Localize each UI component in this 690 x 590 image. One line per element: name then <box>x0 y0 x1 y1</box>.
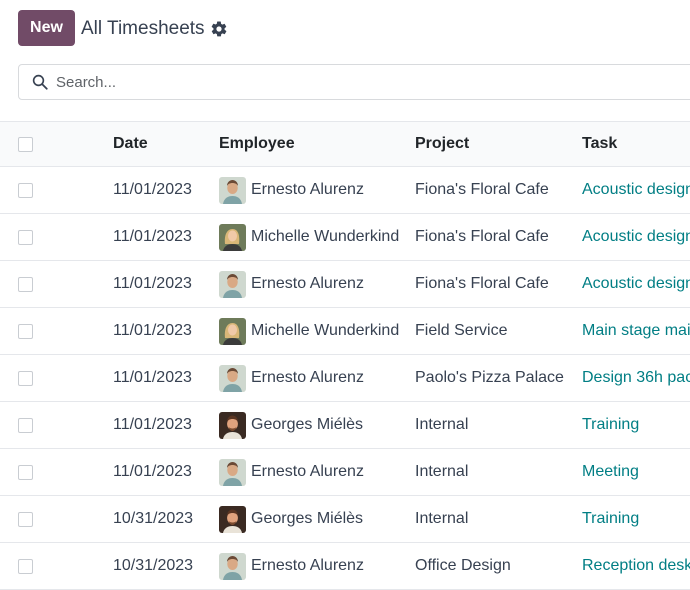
cell-date[interactable]: 10/31/2023 <box>113 496 213 542</box>
row-checkbox[interactable] <box>18 417 33 433</box>
row-select-cell <box>18 402 38 448</box>
cell-employee[interactable]: Ernesto Alurenz <box>219 543 409 589</box>
select-all-checkbox[interactable] <box>18 136 33 152</box>
cell-task[interactable]: Acoustic design <box>582 261 690 307</box>
row-select-cell <box>18 214 38 260</box>
cell-date[interactable]: 11/01/2023 <box>113 214 213 260</box>
avatar <box>219 505 246 533</box>
employee-name: Ernesto Alurenz <box>251 181 364 198</box>
column-header-employee[interactable]: Employee <box>219 122 409 166</box>
avatar <box>219 223 246 251</box>
page-title: All Timesheets <box>81 18 205 39</box>
cell-task[interactable]: Acoustic design <box>582 214 690 260</box>
row-select-cell <box>18 355 38 401</box>
search-icon <box>32 74 48 90</box>
employee-name: Ernesto Alurenz <box>251 557 364 574</box>
avatar <box>219 458 246 486</box>
cell-date[interactable]: 11/01/2023 <box>113 308 213 354</box>
row-checkbox[interactable] <box>18 323 33 339</box>
search-bar[interactable] <box>18 64 690 100</box>
cell-employee[interactable]: Ernesto Alurenz <box>219 167 409 213</box>
table-row[interactable]: 11/01/2023 Michelle Wunderkind Field Ser… <box>0 308 690 355</box>
cell-employee[interactable]: Michelle Wunderkind <box>219 214 409 260</box>
cell-date[interactable]: 10/31/2023 <box>113 543 213 589</box>
cell-project[interactable]: Internal <box>415 496 577 542</box>
table-row[interactable]: 11/01/2023 Ernesto Alurenz Fiona's Flora… <box>0 167 690 214</box>
cell-date[interactable]: 11/01/2023 <box>113 355 213 401</box>
table-row[interactable]: 10/31/2023 Georges Miélès Internal Train… <box>0 496 690 543</box>
cell-employee[interactable]: Georges Miélès <box>219 402 409 448</box>
table-row[interactable]: 10/31/2023 Ernesto Alurenz Office Design… <box>0 543 690 590</box>
row-checkbox[interactable] <box>18 229 33 245</box>
select-all-cell <box>18 122 38 166</box>
column-header-date[interactable]: Date <box>113 122 213 166</box>
cell-employee[interactable]: Georges Miélès <box>219 496 409 542</box>
avatar <box>219 364 246 392</box>
employee-name: Ernesto Alurenz <box>251 463 364 480</box>
employee-name: Michelle Wunderkind <box>251 228 400 245</box>
row-checkbox[interactable] <box>18 511 33 527</box>
cell-task[interactable]: Training <box>582 496 690 542</box>
cell-employee[interactable]: Ernesto Alurenz <box>219 261 409 307</box>
avatar <box>219 411 246 439</box>
row-checkbox[interactable] <box>18 182 33 198</box>
cell-date[interactable]: 11/01/2023 <box>113 167 213 213</box>
row-select-cell <box>18 261 38 307</box>
row-checkbox[interactable] <box>18 558 33 574</box>
table-header: Date Employee Project Task <box>0 121 690 167</box>
row-checkbox[interactable] <box>18 464 33 480</box>
avatar <box>219 176 246 204</box>
employee-name: Michelle Wunderkind <box>251 322 400 339</box>
avatar <box>219 317 246 345</box>
row-select-cell <box>18 543 38 589</box>
row-select-cell <box>18 449 38 495</box>
table-row[interactable]: 11/01/2023 Ernesto Alurenz Paolo's Pizza… <box>0 355 690 402</box>
employee-name: Ernesto Alurenz <box>251 369 364 386</box>
cell-project[interactable]: Office Design <box>415 543 577 589</box>
employee-name: Georges Miélès <box>251 416 364 433</box>
timesheet-table: Date Employee Project Task 11/01/2023 Er… <box>0 121 690 590</box>
gear-icon[interactable] <box>210 20 228 38</box>
table-row[interactable]: 11/01/2023 Ernesto Alurenz Internal Meet… <box>0 449 690 496</box>
cell-task[interactable]: Reception desk <box>582 543 690 589</box>
table-row[interactable]: 11/01/2023 Georges Miélès Internal Train… <box>0 402 690 449</box>
cell-task[interactable]: Training <box>582 402 690 448</box>
new-button[interactable]: New <box>18 10 75 46</box>
table-row[interactable]: 11/01/2023 Ernesto Alurenz Fiona's Flora… <box>0 261 690 308</box>
row-select-cell <box>18 167 38 213</box>
employee-name: Georges Miélès <box>251 510 364 527</box>
control-panel: New All Timesheets <box>0 0 690 58</box>
row-checkbox[interactable] <box>18 370 33 386</box>
column-header-project[interactable]: Project <box>415 122 577 166</box>
cell-task[interactable]: Meeting <box>582 449 690 495</box>
cell-project[interactable]: Internal <box>415 449 577 495</box>
row-checkbox[interactable] <box>18 276 33 292</box>
row-select-cell <box>18 308 38 354</box>
avatar <box>219 270 246 298</box>
employee-name: Ernesto Alurenz <box>251 275 364 292</box>
search-input[interactable] <box>56 71 556 93</box>
cell-employee[interactable]: Ernesto Alurenz <box>219 355 409 401</box>
cell-project[interactable]: Field Service <box>415 308 577 354</box>
table-body: 11/01/2023 Ernesto Alurenz Fiona's Flora… <box>0 167 690 590</box>
column-header-task[interactable]: Task <box>582 122 690 166</box>
table-row[interactable]: 11/01/2023 Michelle Wunderkind Fiona's F… <box>0 214 690 261</box>
cell-project[interactable]: Fiona's Floral Cafe <box>415 167 577 213</box>
cell-project[interactable]: Fiona's Floral Cafe <box>415 261 577 307</box>
cell-project[interactable]: Fiona's Floral Cafe <box>415 214 577 260</box>
cell-project[interactable]: Internal <box>415 402 577 448</box>
cell-date[interactable]: 11/01/2023 <box>113 261 213 307</box>
cell-task[interactable]: Acoustic design <box>582 167 690 213</box>
cell-task[interactable]: Main stage mai <box>582 308 690 354</box>
cell-date[interactable]: 11/01/2023 <box>113 449 213 495</box>
cell-date[interactable]: 11/01/2023 <box>113 402 213 448</box>
avatar <box>219 552 246 580</box>
cell-task[interactable]: Design 36h pac <box>582 355 690 401</box>
cell-employee[interactable]: Ernesto Alurenz <box>219 449 409 495</box>
row-select-cell <box>18 496 38 542</box>
cell-project[interactable]: Paolo's Pizza Palace <box>415 355 577 401</box>
cell-employee[interactable]: Michelle Wunderkind <box>219 308 409 354</box>
